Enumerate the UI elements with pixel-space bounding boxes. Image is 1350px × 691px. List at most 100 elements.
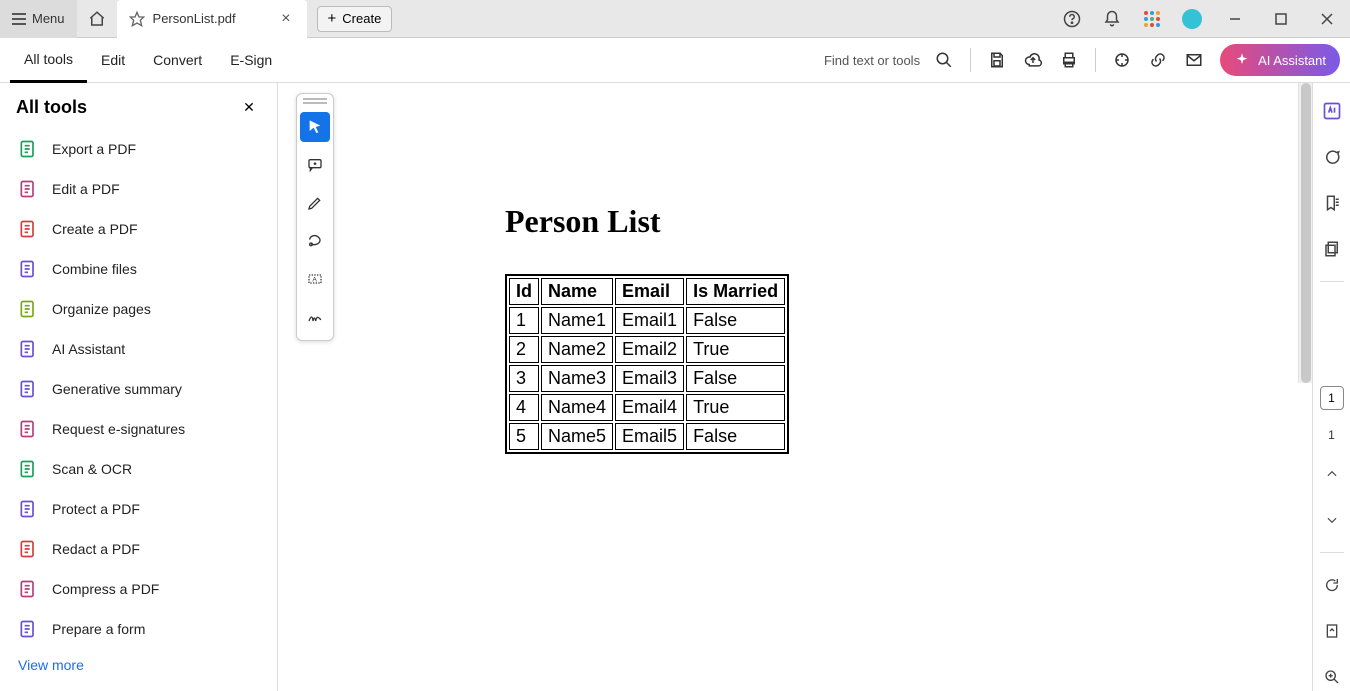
right-rail: 1 1 <box>1312 83 1350 691</box>
window-close-button[interactable] <box>1304 0 1350 38</box>
table-cell: 5 <box>509 423 539 450</box>
cloud-upload-button[interactable] <box>1015 42 1051 78</box>
sidebar-item[interactable]: Edit a PDF <box>8 169 269 209</box>
page-count: 1 <box>1328 428 1335 442</box>
search-button[interactable] <box>926 42 962 78</box>
sidebar-item-label: Protect a PDF <box>52 501 140 517</box>
table-row: 5Name5Email5False <box>509 423 785 450</box>
fit-page-button[interactable] <box>1318 617 1346 645</box>
rr-comments-button[interactable] <box>1318 143 1346 171</box>
page-scroll-area[interactable]: Person List IdNameEmailIs Married 1Name1… <box>358 83 1312 691</box>
sidebar-item[interactable]: Request e-signatures <box>8 409 269 449</box>
minimize-icon <box>1229 13 1241 25</box>
tooltab-convert[interactable]: Convert <box>139 38 216 83</box>
find-label[interactable]: Find text or tools <box>824 53 920 68</box>
tab-close-button[interactable]: × <box>277 10 294 28</box>
tool-icon <box>18 499 38 519</box>
tooltab-edit[interactable]: Edit <box>87 38 139 83</box>
sidebar-item-label: Prepare a form <box>52 621 145 637</box>
rr-ai-panel-button[interactable] <box>1318 97 1346 125</box>
sidebar-item[interactable]: Redact a PDF <box>8 529 269 569</box>
highlight-tool-button[interactable] <box>300 188 330 218</box>
window-maximize-button[interactable] <box>1258 0 1304 38</box>
tool-icon <box>18 619 38 639</box>
window-minimize-button[interactable] <box>1212 0 1258 38</box>
email-button[interactable] <box>1176 42 1212 78</box>
sidebar-item[interactable]: Organize pages <box>8 289 269 329</box>
stamp-button[interactable] <box>1104 42 1140 78</box>
textbox-tool-button[interactable]: A <box>300 264 330 294</box>
draw-tool-button[interactable] <box>300 226 330 256</box>
tool-icon <box>18 459 38 479</box>
mail-icon <box>1185 51 1203 69</box>
table-cell: True <box>686 336 785 363</box>
table-cell: False <box>686 423 785 450</box>
sidebar-item[interactable]: Export a PDF <box>8 129 269 169</box>
table-header-cell: Email <box>615 278 684 305</box>
scrollbar[interactable] <box>1298 83 1312 383</box>
save-button[interactable] <box>979 42 1015 78</box>
ai-label: AI Assistant <box>1258 53 1326 68</box>
textbox-icon: A <box>307 271 323 287</box>
page-number-input[interactable]: 1 <box>1320 386 1344 410</box>
sidebar-item-label: Combine files <box>52 261 137 277</box>
comment-tool-button[interactable] <box>300 150 330 180</box>
document-tab[interactable]: PersonList.pdf × <box>117 0 307 38</box>
print-icon <box>1060 51 1078 69</box>
home-button[interactable] <box>77 0 117 38</box>
ai-assistant-button[interactable]: AI Assistant <box>1220 44 1340 76</box>
rotate-icon <box>1324 577 1340 593</box>
tool-icon <box>18 219 38 239</box>
sidebar-item-label: AI Assistant <box>52 341 125 357</box>
tooltab-all-tools[interactable]: All tools <box>10 38 87 83</box>
zoom-button[interactable] <box>1318 663 1346 691</box>
sidebar-item[interactable]: Generative summary <box>8 369 269 409</box>
tool-icon <box>18 339 38 359</box>
sidebar-item[interactable]: AI Assistant <box>8 329 269 369</box>
page-up-button[interactable] <box>1318 460 1346 488</box>
person-table: IdNameEmailIs Married 1Name1Email1False2… <box>505 274 789 454</box>
sidebar-item-label: Generative summary <box>52 381 182 397</box>
tool-icon <box>18 179 38 199</box>
scrollbar-thumb[interactable] <box>1301 83 1311 383</box>
rotate-button[interactable] <box>1318 571 1346 599</box>
help-button[interactable] <box>1052 0 1092 38</box>
tab-title: PersonList.pdf <box>153 11 236 26</box>
sign-tool-button[interactable] <box>300 302 330 332</box>
account-button[interactable] <box>1172 0 1212 38</box>
rr-bookmarks-button[interactable] <box>1318 189 1346 217</box>
page-down-button[interactable] <box>1318 506 1346 534</box>
sidebar-item-label: Scan & OCR <box>52 461 132 477</box>
create-button[interactable]: + Create <box>317 6 393 32</box>
sidebar-item[interactable]: Scan & OCR <box>8 449 269 489</box>
table-cell: False <box>686 307 785 334</box>
menu-button[interactable]: Menu <box>0 0 77 38</box>
table-cell: Email2 <box>615 336 684 363</box>
sidebar-title: All tools <box>16 97 87 118</box>
document-heading: Person List <box>505 203 1285 240</box>
view-more-link[interactable]: View more <box>8 647 269 683</box>
notifications-button[interactable] <box>1092 0 1132 38</box>
tooltab-esign[interactable]: E-Sign <box>216 38 286 83</box>
create-label: Create <box>342 11 381 26</box>
table-header-cell: Id <box>509 278 539 305</box>
sidebar-item-label: Create a PDF <box>52 221 138 237</box>
sidebar-item[interactable]: Create a PDF <box>8 209 269 249</box>
selection-tool-button[interactable] <box>300 112 330 142</box>
sidebar-item[interactable]: Protect a PDF <box>8 489 269 529</box>
drag-grip-icon[interactable] <box>303 98 327 104</box>
floating-toolbar[interactable]: A <box>296 93 334 341</box>
sidebar-item[interactable]: Compress a PDF <box>8 569 269 609</box>
table-cell: Name3 <box>541 365 613 392</box>
table-cell: Name5 <box>541 423 613 450</box>
print-button[interactable] <box>1051 42 1087 78</box>
rr-pages-button[interactable] <box>1318 235 1346 263</box>
table-header-cell: Is Married <box>686 278 785 305</box>
sidebar-close-button[interactable]: ✕ <box>237 95 261 119</box>
apps-button[interactable] <box>1132 0 1172 38</box>
link-button[interactable] <box>1140 42 1176 78</box>
table-cell: Email1 <box>615 307 684 334</box>
sidebar-item[interactable]: Prepare a form <box>8 609 269 647</box>
sidebar-item[interactable]: Combine files <box>8 249 269 289</box>
hamburger-icon <box>12 13 26 25</box>
